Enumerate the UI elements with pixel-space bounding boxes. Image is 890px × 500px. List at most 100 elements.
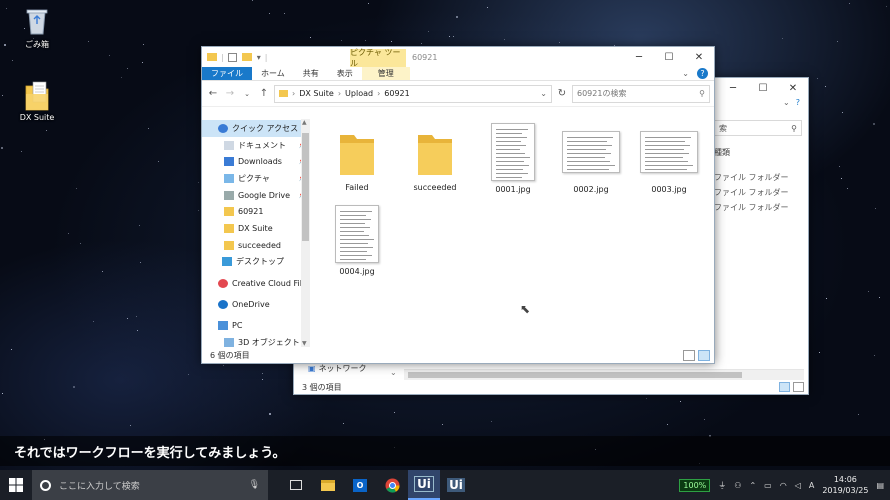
task-view-icon[interactable] bbox=[280, 470, 312, 500]
nav-item[interactable]: succeeded bbox=[202, 237, 310, 254]
back-minimize-button[interactable]: ─ bbox=[718, 78, 748, 98]
tab-home[interactable]: ホーム bbox=[252, 67, 294, 80]
folder-item[interactable]: Failed bbox=[322, 131, 392, 192]
background-star bbox=[847, 188, 848, 189]
nav-item[interactable]: Google Drive📌 bbox=[202, 187, 310, 204]
file-area[interactable]: Failed succeeded 0001.jpg 0002.jpg 0003.jpg 0… bbox=[312, 119, 712, 347]
notifications-icon[interactable]: ▤ bbox=[876, 481, 884, 490]
desktop-icon-recycle-bin[interactable]: ごみ箱 bbox=[7, 6, 67, 50]
back-search-box[interactable]: 索 ⚲ bbox=[714, 120, 802, 136]
scroll-up-icon[interactable]: ▲ bbox=[302, 119, 307, 126]
video-subtitle: それではワークフローを実行してみましょう。 bbox=[0, 436, 890, 466]
nav-item[interactable]: 3D オブジェクト bbox=[202, 334, 310, 347]
ime-indicator[interactable]: A bbox=[809, 481, 814, 490]
background-star bbox=[137, 330, 138, 331]
back-hscroll-thumb[interactable] bbox=[408, 372, 742, 378]
battery-indicator[interactable]: 100% bbox=[679, 478, 711, 492]
show-hidden-icons[interactable]: ⌃ bbox=[749, 481, 756, 490]
forward-arrow-icon[interactable]: → bbox=[223, 88, 237, 99]
documents-icon bbox=[224, 140, 234, 150]
background-star bbox=[849, 3, 850, 4]
nav-item[interactable]: デスクトップ bbox=[202, 254, 310, 271]
chevron-down-icon[interactable]: ⌄ bbox=[682, 69, 689, 78]
breadcrumb-item[interactable]: 60921 bbox=[384, 89, 409, 98]
large-icons-view-icon[interactable] bbox=[698, 349, 710, 361]
image-file-item[interactable]: 0001.jpg bbox=[478, 123, 548, 194]
background-star bbox=[142, 62, 143, 63]
nav-item[interactable]: ピクチャ📌 bbox=[202, 170, 310, 187]
nav-item[interactable]: Creative Cloud File bbox=[202, 275, 310, 292]
nav-scroll-thumb[interactable] bbox=[302, 133, 309, 241]
scroll-down-icon[interactable]: ▼ bbox=[302, 340, 307, 347]
background-star bbox=[21, 151, 22, 152]
background-star bbox=[667, 424, 668, 425]
breadcrumb-item[interactable]: Upload bbox=[345, 89, 373, 98]
search-box[interactable]: 60921の検索 ⚲ bbox=[572, 84, 710, 103]
address-dropdown-icon[interactable]: ⌄ bbox=[540, 89, 547, 98]
recent-dropdown-icon[interactable]: ⌄ bbox=[240, 90, 254, 98]
large-icons-view-icon[interactable] bbox=[793, 382, 804, 392]
nav-item[interactable]: Downloads📌 bbox=[202, 153, 310, 170]
nav-item[interactable]: PC bbox=[202, 318, 310, 335]
uipath-studio-icon[interactable]: Ui bbox=[408, 470, 440, 500]
background-star bbox=[428, 31, 429, 32]
back-row[interactable]: ファイル フォルダー bbox=[714, 185, 789, 200]
back-row[interactable]: ファイル フォルダー bbox=[714, 170, 789, 185]
tab-share[interactable]: 共有 bbox=[294, 67, 328, 80]
scan-line bbox=[496, 133, 522, 134]
back-horizontal-scrollbar[interactable] bbox=[404, 369, 804, 380]
back-column-header[interactable]: 種類 bbox=[714, 147, 730, 158]
refresh-icon[interactable]: ↻ bbox=[555, 88, 569, 99]
chrome-icon[interactable] bbox=[376, 470, 408, 500]
nav-item[interactable]: OneDrive bbox=[202, 296, 310, 313]
plug-icon[interactable]: ⏚ bbox=[718, 480, 726, 491]
image-file-item[interactable]: 0004.jpg bbox=[322, 205, 392, 276]
breadcrumb-item[interactable]: DX Suite bbox=[299, 89, 334, 98]
minimize-button[interactable]: ─ bbox=[624, 47, 654, 67]
folder-item[interactable]: succeeded bbox=[400, 131, 470, 192]
new-folder-icon[interactable] bbox=[241, 53, 252, 61]
start-button[interactable] bbox=[0, 470, 32, 500]
help-icon[interactable]: ? bbox=[697, 68, 708, 79]
nav-item[interactable]: 60921 bbox=[202, 203, 310, 220]
uipath-robot-icon[interactable]: Ui bbox=[440, 470, 472, 500]
front-explorer-window[interactable]: | ▾ | ピクチャ ツール 60921 ─ ☐ ✕ ファイル ホーム 共有 表… bbox=[201, 46, 715, 364]
image-file-item[interactable]: 0002.jpg bbox=[556, 123, 626, 194]
microphone-icon[interactable]: 🎙 bbox=[249, 480, 260, 490]
volume-icon[interactable]: ◁ bbox=[795, 481, 801, 490]
maximize-button[interactable]: ☐ bbox=[654, 47, 684, 67]
clock[interactable]: 14:06 2019/03/25 bbox=[822, 474, 868, 496]
up-arrow-icon[interactable]: ↑ bbox=[257, 88, 271, 99]
details-view-icon[interactable] bbox=[683, 349, 695, 361]
nav-item-label: Downloads bbox=[238, 157, 282, 167]
file-explorer-icon[interactable] bbox=[312, 470, 344, 500]
details-view-icon[interactable] bbox=[779, 382, 790, 392]
back-nav-scroll-down[interactable]: ⌄ bbox=[390, 368, 397, 377]
image-file-item[interactable]: 0003.jpg bbox=[634, 123, 704, 194]
background-star bbox=[842, 112, 843, 113]
chrome-logo bbox=[385, 478, 400, 493]
star-icon bbox=[218, 123, 228, 133]
nav-item[interactable]: ドキュメント📌 bbox=[202, 137, 310, 154]
nav-item[interactable]: クイック アクセス bbox=[202, 120, 310, 137]
back-arrow-icon[interactable]: ← bbox=[206, 88, 220, 99]
scan-line bbox=[645, 141, 685, 142]
back-row[interactable]: ファイル フォルダー bbox=[714, 200, 789, 215]
back-nav-network[interactable]: ▣ ネットワーク bbox=[308, 363, 367, 374]
background-star bbox=[310, 37, 311, 38]
back-close-button[interactable]: ✕ bbox=[778, 78, 808, 98]
tab-file[interactable]: ファイル bbox=[202, 67, 252, 80]
address-bar[interactable]: › DX Suite › Upload › 60921 ⌄ bbox=[274, 84, 552, 103]
quick-access-dropdown-icon[interactable]: ▾ bbox=[257, 53, 261, 62]
network-icon[interactable]: ▭ bbox=[764, 481, 772, 490]
wifi-icon[interactable]: ◠ bbox=[780, 481, 787, 490]
nav-scrollbar[interactable]: ▲ ▼ bbox=[301, 119, 310, 347]
desktop-icon-dx-suite[interactable]: DX Suite bbox=[7, 80, 67, 122]
outlook-icon[interactable]: O bbox=[344, 470, 376, 500]
properties-icon[interactable] bbox=[227, 52, 237, 62]
nav-item[interactable]: DX Suite bbox=[202, 220, 310, 237]
taskbar-search-box[interactable]: ここに入力して検索 🎙 bbox=[32, 470, 268, 500]
close-button[interactable]: ✕ bbox=[684, 47, 714, 67]
people-icon[interactable]: ⚇ bbox=[734, 481, 741, 490]
back-maximize-button[interactable]: ☐ bbox=[748, 78, 778, 98]
